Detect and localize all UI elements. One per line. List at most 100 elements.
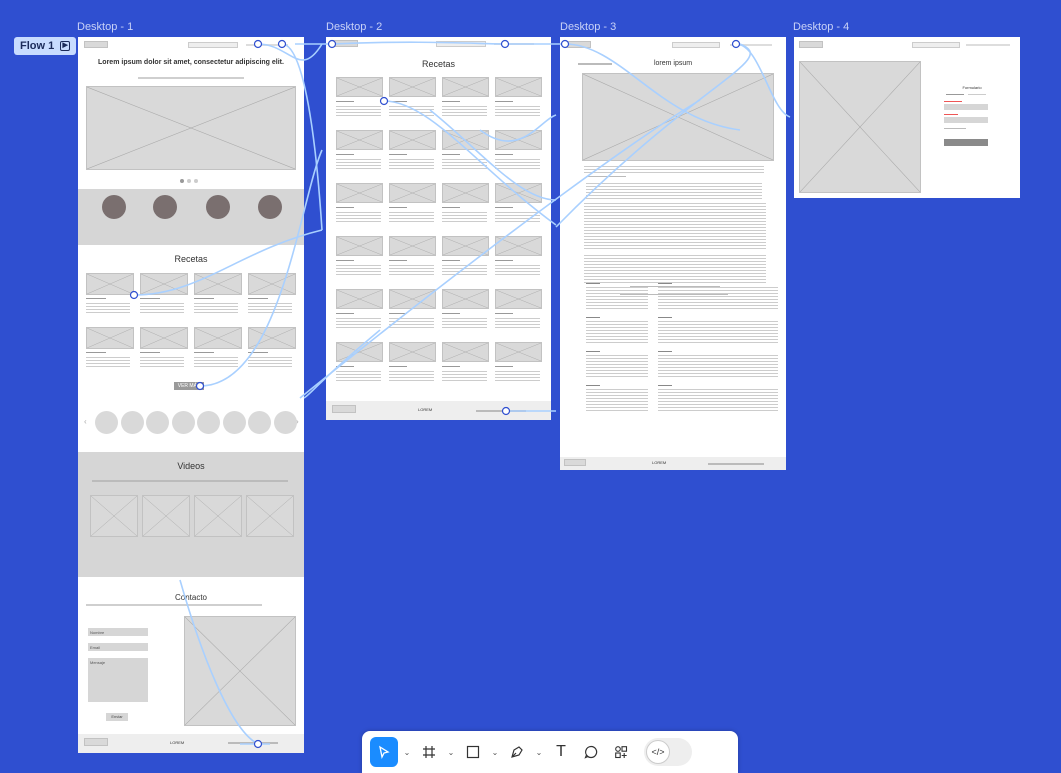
section-text bbox=[586, 410, 648, 411]
login-button[interactable] bbox=[944, 139, 988, 146]
recipe-card-text bbox=[495, 274, 540, 275]
search-input[interactable] bbox=[912, 42, 960, 48]
frame-desktop-1[interactable]: Lorem ipsum dolor sit amet, consectetur … bbox=[78, 37, 304, 753]
dev-mode-toggle[interactable]: </> bbox=[644, 738, 692, 766]
section-heading bbox=[586, 283, 600, 284]
recipe-card-title bbox=[336, 207, 354, 208]
carousel-dot[interactable] bbox=[187, 179, 191, 183]
recipe-card-text bbox=[442, 106, 487, 107]
category-circle[interactable] bbox=[95, 411, 118, 434]
carousel-dot[interactable] bbox=[180, 179, 184, 183]
section-text bbox=[586, 293, 648, 294]
comment-icon[interactable] bbox=[578, 737, 604, 767]
nav-links[interactable] bbox=[966, 44, 1010, 46]
section-text bbox=[658, 333, 778, 334]
carousel-dot[interactable] bbox=[194, 179, 198, 183]
frame-label-desktop-4[interactable]: Desktop - 4 bbox=[793, 21, 849, 33]
rectangle-icon[interactable] bbox=[460, 737, 486, 767]
actions-icon[interactable] bbox=[608, 737, 634, 767]
category-circle[interactable] bbox=[197, 411, 220, 434]
body-text bbox=[584, 267, 766, 268]
flow-start-badge[interactable]: Flow 1 ▶ bbox=[14, 37, 77, 55]
nav-links[interactable] bbox=[246, 44, 288, 46]
recipe-card-text bbox=[389, 318, 434, 319]
pen-icon[interactable] bbox=[504, 737, 530, 767]
recipe-card-text bbox=[389, 380, 434, 381]
body-text bbox=[584, 230, 766, 231]
frame-desktop-2[interactable]: Recetas LOREM bbox=[326, 37, 551, 420]
recipe-card-image bbox=[495, 342, 542, 362]
recipe-card-text bbox=[495, 218, 540, 219]
footer-links[interactable] bbox=[228, 742, 278, 744]
logo-placeholder bbox=[799, 41, 823, 48]
category-circle[interactable] bbox=[171, 411, 195, 434]
recipe-card-text bbox=[194, 363, 238, 364]
nav-links[interactable] bbox=[494, 43, 534, 45]
search-input[interactable] bbox=[436, 41, 486, 47]
recipe-card-text bbox=[442, 112, 487, 113]
section-heading bbox=[586, 317, 600, 318]
hero-image-placeholder bbox=[86, 86, 296, 170]
body-text bbox=[584, 172, 764, 173]
email-field[interactable] bbox=[944, 104, 988, 110]
body-text bbox=[584, 215, 766, 216]
recipe-card-image bbox=[389, 130, 436, 150]
search-input[interactable] bbox=[188, 42, 238, 48]
hero-title: Lorem ipsum dolor sit amet, consectetur … bbox=[98, 59, 284, 66]
recipe-card-text bbox=[389, 324, 434, 325]
section-text bbox=[658, 330, 778, 331]
search-input[interactable] bbox=[672, 42, 720, 48]
footer-links[interactable] bbox=[476, 410, 526, 412]
email-field[interactable]: Email bbox=[88, 643, 148, 651]
submit-button[interactable]: Enviar bbox=[106, 713, 128, 721]
feature-icon bbox=[206, 195, 230, 219]
recipe-card-text bbox=[194, 360, 238, 361]
recipe-card-text bbox=[442, 377, 487, 378]
chevron-down-icon[interactable]: ⌄ bbox=[402, 748, 412, 757]
ver-mas-button[interactable]: VER MÁS bbox=[174, 382, 204, 390]
chevron-down-icon[interactable]: ⌄ bbox=[490, 748, 500, 757]
carousel-prev-icon[interactable]: ‹ bbox=[84, 417, 87, 426]
name-field[interactable]: Nombre bbox=[88, 628, 148, 636]
chevron-down-icon[interactable]: ⌄ bbox=[446, 748, 456, 757]
frame-icon[interactable] bbox=[416, 737, 442, 767]
tab-login[interactable] bbox=[946, 94, 964, 95]
recipe-card-text bbox=[336, 265, 381, 266]
category-circle[interactable] bbox=[120, 411, 144, 434]
video-placeholder bbox=[90, 495, 138, 537]
contacto-section-title: Contacto bbox=[174, 593, 208, 602]
frame-label-desktop-1[interactable]: Desktop - 1 bbox=[77, 21, 133, 33]
move-icon[interactable] bbox=[370, 737, 398, 767]
chevron-down-icon[interactable]: ⌄ bbox=[534, 748, 544, 757]
recipe-card-text bbox=[86, 357, 130, 358]
category-circle[interactable] bbox=[248, 411, 271, 434]
tab-register[interactable] bbox=[968, 94, 986, 95]
body-text bbox=[584, 248, 766, 249]
password-field[interactable] bbox=[944, 117, 988, 123]
recipe-card-image bbox=[336, 289, 383, 309]
section-text bbox=[586, 290, 648, 291]
frame-desktop-4[interactable]: Formulario bbox=[794, 37, 1020, 198]
nav-links[interactable] bbox=[730, 44, 772, 46]
category-circle[interactable] bbox=[222, 411, 246, 434]
recipe-card-text bbox=[495, 212, 540, 213]
frame-label-desktop-2[interactable]: Desktop - 2 bbox=[326, 21, 382, 33]
footer-links[interactable] bbox=[708, 463, 764, 465]
section-text bbox=[586, 401, 648, 402]
recipe-card-image bbox=[336, 77, 383, 97]
section-text bbox=[586, 302, 648, 303]
frame-label-desktop-3[interactable]: Desktop - 3 bbox=[560, 21, 616, 33]
message-field[interactable]: Mensaje bbox=[88, 658, 148, 702]
recipe-card-text bbox=[86, 303, 130, 304]
category-circle[interactable] bbox=[273, 411, 297, 434]
body-text bbox=[586, 186, 762, 187]
page-title: Recetas bbox=[421, 59, 456, 69]
forgot-password-link[interactable] bbox=[944, 128, 966, 129]
text-icon[interactable]: T bbox=[548, 737, 574, 767]
image-placeholder bbox=[799, 61, 921, 193]
frame-desktop-3[interactable]: lorem ipsum LOREM bbox=[560, 37, 786, 470]
present-icon[interactable]: ▶ bbox=[60, 41, 71, 51]
recipe-card-text bbox=[442, 380, 487, 381]
section-text bbox=[658, 404, 778, 405]
category-circle[interactable] bbox=[146, 411, 169, 434]
